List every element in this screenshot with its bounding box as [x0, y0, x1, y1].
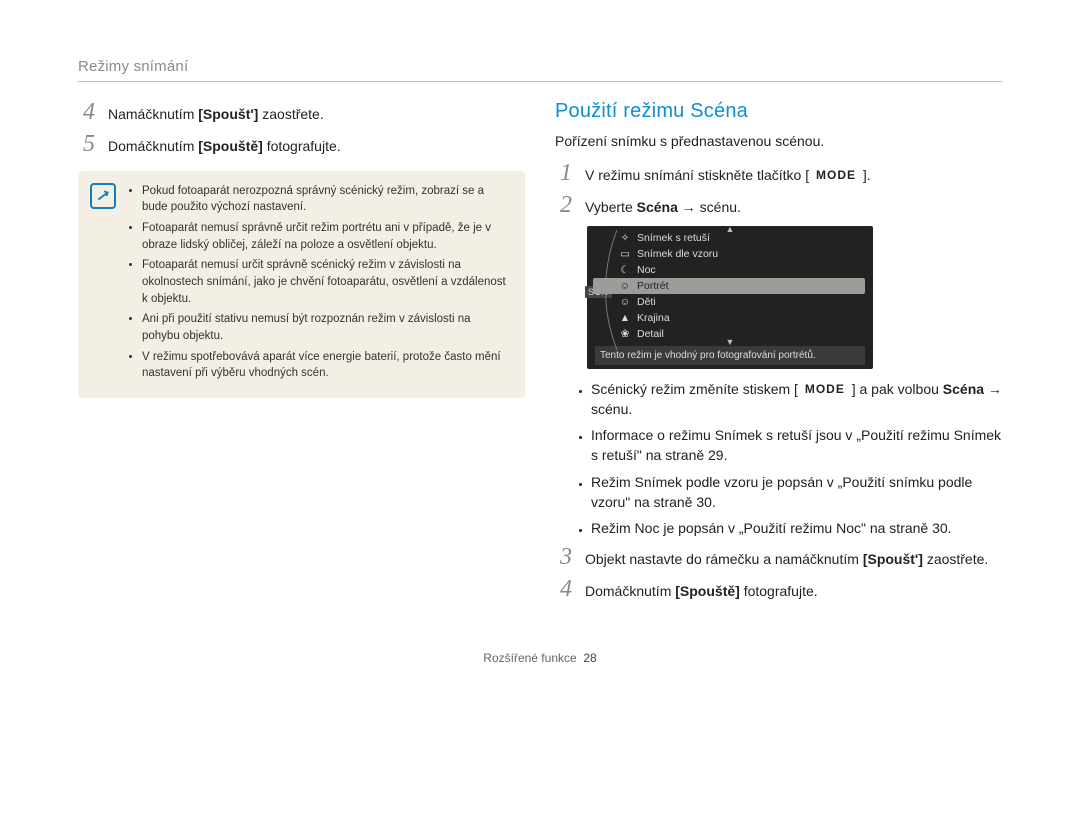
note-item: V režimu spotřebovává aparát více energi…: [142, 349, 511, 382]
step-text: Domáčknutím [Spouště] fotografujte.: [108, 132, 341, 156]
guide-icon: ▭: [619, 248, 631, 260]
right-column: Použití režimu Scéna Pořízení snímku s p…: [555, 100, 1002, 609]
bold: [Spoušt']: [863, 551, 923, 567]
macro-icon: ❀: [619, 328, 631, 340]
step-4-right: 4 Domáčknutím [Spouště] fotografujte.: [555, 577, 1002, 601]
bold: [Spouště]: [198, 138, 263, 154]
step-number: 2: [555, 193, 577, 217]
camera-screen: SCN ▲ ✧Snímek s retuší ▭Snímek dle vzoru…: [587, 226, 873, 369]
note-box: Pokud fotoaparát nerozpozná správný scén…: [78, 171, 525, 398]
screen-item-selected: ☺ Portrét: [593, 278, 865, 294]
landscape-icon: ▲: [619, 312, 631, 324]
step-text: Namáčknutím [Spoušt'] zaostřete.: [108, 100, 324, 124]
step-text: Vyberte Scéna → scénu.: [585, 193, 741, 217]
bold: Scéna: [637, 199, 678, 215]
note-item: Fotoaparát nemusí správně určit režim po…: [142, 220, 511, 253]
screen-item-label: Portrét: [637, 280, 669, 292]
text: Objekt nastavte do rámečku a namáčknutím: [585, 551, 863, 567]
bullet-item: Režim Noc je popsán v „Použití režimu No…: [591, 518, 1002, 538]
left-column: 4 Namáčknutím [Spoušt'] zaostřete. 5 Dom…: [78, 100, 525, 609]
text: fotografujte.: [267, 138, 341, 154]
portrait-icon: ☺: [619, 280, 631, 292]
bold: [Spouště]: [675, 583, 740, 599]
retouch-icon: ✧: [619, 232, 631, 244]
screen-item: ☺ Děti: [595, 294, 865, 310]
footer-section: Rozšířené funkce: [483, 651, 576, 665]
page-footer: Rozšířené funkce 28: [78, 651, 1002, 665]
text: ] a pak volbou: [852, 381, 943, 397]
mode-chip: MODE: [813, 167, 859, 184]
text: V režimu snímání stiskněte tlačítko [: [585, 167, 809, 183]
text: Domáčknutím: [585, 583, 675, 599]
text: ].: [863, 167, 871, 183]
step-number: 4: [555, 577, 577, 601]
text: zaostřete.: [927, 551, 988, 567]
step-1-right: 1 V režimu snímání stiskněte tlačítko [ …: [555, 161, 1002, 185]
footer-page: 28: [583, 651, 596, 665]
screen-item-label: Krajina: [637, 312, 670, 324]
screen-item-label: Detail: [637, 328, 664, 340]
step-text: Domáčknutím [Spouště] fotografujte.: [585, 577, 818, 601]
manual-page: Režimy snímání 4 Namáčknutím [Spoušt'] z…: [0, 0, 1080, 665]
bullet-item: Scénický režim změníte stiskem [ MODE ] …: [591, 379, 1002, 420]
children-icon: ☺: [619, 296, 631, 308]
info-bullets: Scénický režim změníte stiskem [ MODE ] …: [573, 379, 1002, 539]
mode-chip: MODE: [802, 381, 848, 398]
step-2-right: 2 Vyberte Scéna → scénu.: [555, 193, 1002, 217]
screen-item-label: Snímek s retuší: [637, 232, 710, 244]
text: → scénu.: [682, 199, 741, 215]
step-number: 4: [78, 100, 100, 124]
screen-item: ▲ Krajina: [595, 310, 865, 326]
screen-item: ☾ Noc: [595, 262, 865, 278]
note-item: Ani při použití stativu nemusí být rozpo…: [142, 311, 511, 344]
text: Vyberte: [585, 199, 637, 215]
night-icon: ☾: [619, 264, 631, 276]
screen-item: ▭ Snímek dle vzoru: [595, 246, 865, 262]
note-item: Fotoaparát nemusí určit správně scénický…: [142, 257, 511, 307]
text: Namáčknutím: [108, 106, 198, 122]
step-text: V režimu snímání stiskněte tlačítko [ MO…: [585, 161, 871, 185]
note-item: Pokud fotoaparát nerozpozná správný scén…: [142, 183, 511, 216]
step-number: 3: [555, 545, 577, 569]
bullet-item: Režim Snímek podle vzoru je popsán v „Po…: [591, 472, 1002, 513]
page-header: Režimy snímání: [78, 58, 1002, 82]
step-5-left: 5 Domáčknutím [Spouště] fotografujte.: [78, 132, 525, 156]
screen-item-label: Děti: [637, 296, 656, 308]
step-text: Objekt nastavte do rámečku a namáčknutím…: [585, 545, 988, 569]
text: zaostřete.: [262, 106, 323, 122]
step-3-right: 3 Objekt nastavte do rámečku a namáčknut…: [555, 545, 1002, 569]
screen-item: ✧ Snímek s retuší: [595, 230, 865, 246]
note-icon: [90, 183, 116, 209]
step-4-left: 4 Namáčknutím [Spoušt'] zaostřete.: [78, 100, 525, 124]
bold: Scéna: [943, 381, 984, 397]
screen-caption: Tento režim je vhodný pro fotografování …: [595, 346, 865, 365]
step-number: 1: [555, 161, 577, 185]
step-number: 5: [78, 132, 100, 156]
text: Domáčknutím: [108, 138, 198, 154]
section-desc: Pořízení snímku s přednastavenou scénou.: [555, 133, 1002, 149]
note-list: Pokud fotoaparát nerozpozná správný scén…: [126, 183, 511, 382]
section-title: Použití režimu Scéna: [555, 100, 1002, 123]
two-columns: 4 Namáčknutím [Spoušt'] zaostřete. 5 Dom…: [78, 100, 1002, 609]
bold: [Spoušt']: [198, 106, 258, 122]
bullet-item: Informace o režimu Snímek s retuší jsou …: [591, 425, 1002, 466]
text: Scénický režim změníte stiskem [: [591, 381, 798, 397]
screen-item-label: Noc: [637, 264, 656, 276]
screen-item-label: Snímek dle vzoru: [637, 248, 718, 260]
text: fotografujte.: [744, 583, 818, 599]
chevron-down-icon: ▼: [726, 337, 735, 347]
